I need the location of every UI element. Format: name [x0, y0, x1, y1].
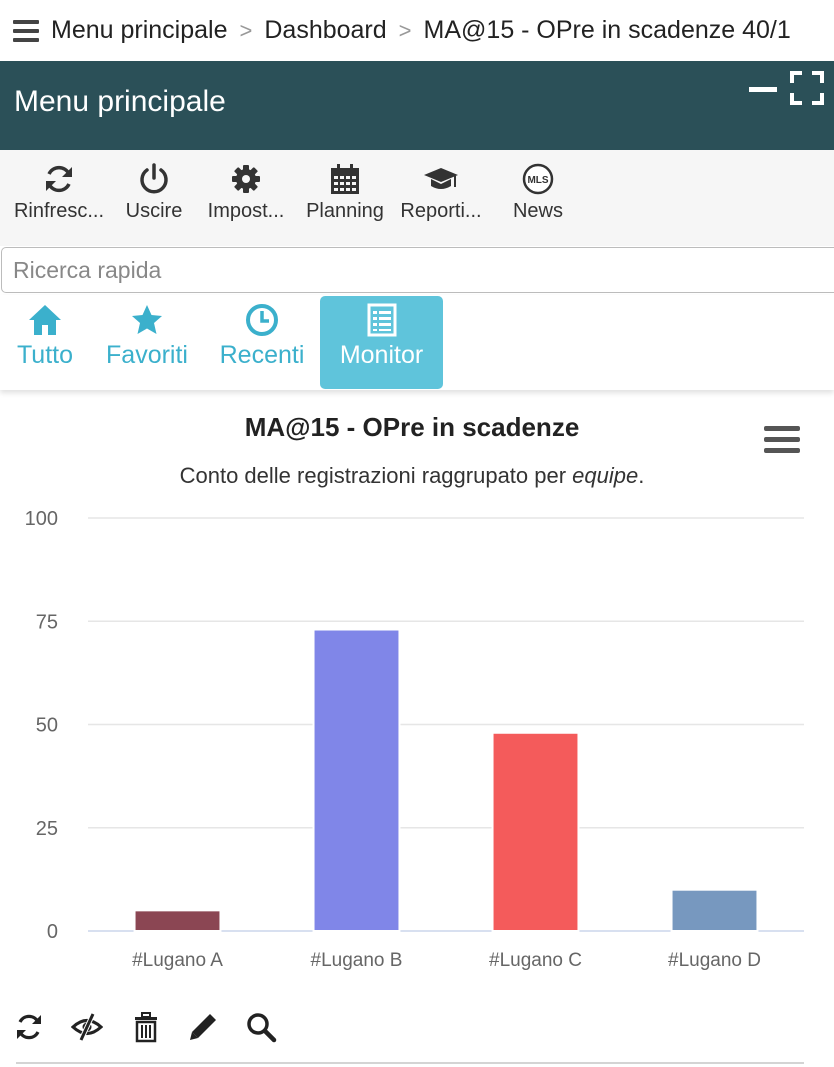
search-icon[interactable] [245, 1011, 277, 1043]
trash-icon[interactable] [130, 1011, 162, 1043]
bar [670, 888, 759, 933]
y-tick-label: 75 [36, 611, 58, 633]
chart-actions [0, 1005, 834, 1050]
bar [133, 909, 222, 932]
y-tick-label: 100 [25, 508, 58, 530]
bar [312, 628, 401, 932]
y-tick-label: 50 [36, 715, 58, 737]
refresh-icon[interactable] [13, 1011, 45, 1043]
x-tick-label: #Lugano C [489, 950, 582, 971]
x-tick-label: #Lugano B [311, 950, 403, 971]
x-tick-label: #Lugano D [668, 950, 761, 971]
bar [491, 731, 580, 933]
x-tick-label: #Lugano A [132, 950, 223, 971]
eye-slash-icon[interactable] [71, 1011, 103, 1043]
pencil-icon[interactable] [187, 1011, 219, 1043]
y-tick-label: 25 [36, 818, 58, 840]
bar-chart: 0 25 50 75 100 #Lugano A #Lugano B #Lugano C #Lu… [25, 508, 804, 971]
divider [16, 1062, 804, 1064]
y-tick-label: 0 [47, 921, 58, 943]
